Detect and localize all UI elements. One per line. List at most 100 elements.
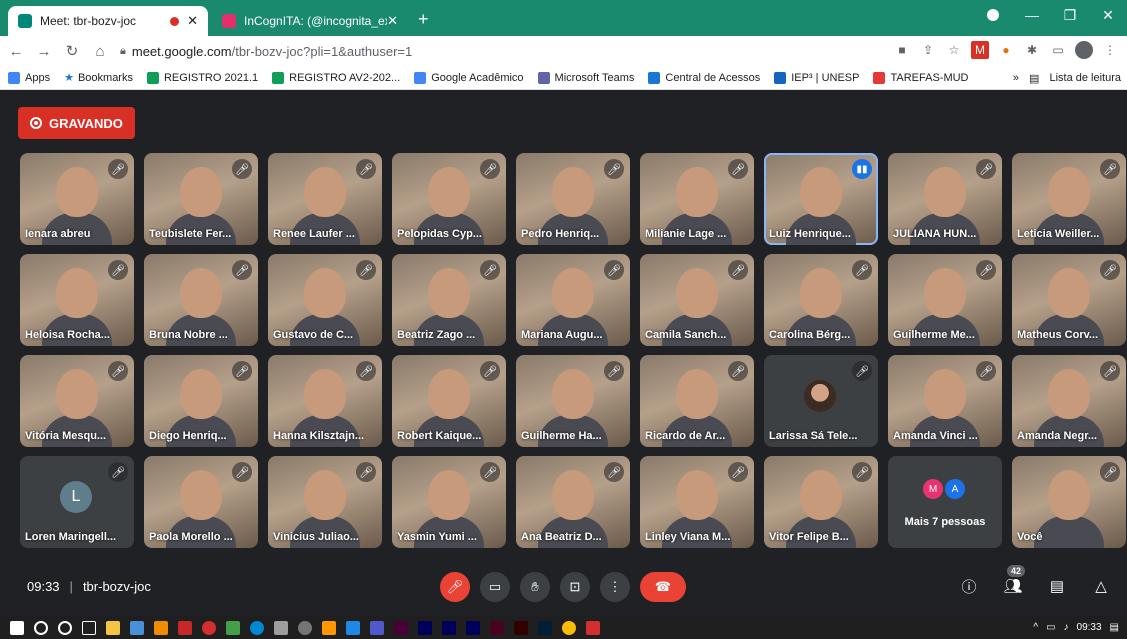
opera-icon[interactable] bbox=[202, 620, 216, 635]
raise-hand-icon[interactable]: ✋︎ bbox=[520, 572, 550, 602]
maximize-icon[interactable]: ❐ bbox=[1051, 7, 1089, 24]
participant-tile[interactable]: 🎤︎ Pedro Henriq... bbox=[516, 153, 630, 245]
recording-badge[interactable]: GRAVANDO bbox=[18, 107, 135, 139]
adobe-indesign-icon[interactable] bbox=[490, 620, 504, 635]
participant-tile[interactable]: 🎤︎ Ana Beatriz D... bbox=[516, 456, 630, 548]
app-gray-icon[interactable] bbox=[298, 620, 312, 635]
app-orange-icon[interactable] bbox=[322, 620, 336, 635]
new-tab-button[interactable]: + bbox=[418, 10, 429, 28]
bookmark-microsoft-teams[interactable]: Microsoft Teams bbox=[537, 71, 634, 84]
participant-tile[interactable]: 🎤︎ Ienara abreu bbox=[20, 153, 134, 245]
participant-tile[interactable]: 🎤︎ Guilherme Ha... bbox=[516, 355, 630, 447]
camera-icon[interactable]: ▭ bbox=[480, 572, 510, 602]
adobe-photoshop-icon[interactable] bbox=[538, 620, 552, 635]
reload-icon[interactable]: ↻ bbox=[60, 42, 84, 60]
participant-tile[interactable]: 🎤︎ Robert Kaique... bbox=[392, 355, 506, 447]
tray-chevron-icon[interactable]: ^ bbox=[1033, 622, 1038, 633]
extension-red-icon[interactable]: M bbox=[971, 41, 989, 59]
bookmark-central-acessos[interactable]: Central de Acessos bbox=[648, 71, 760, 84]
adobe-audition-icon[interactable] bbox=[442, 620, 456, 635]
participant-tile[interactable]: 🎤︎ Camila Sanch... bbox=[640, 254, 754, 346]
participant-tile[interactable]: 🎤︎ Heloisa Rocha... bbox=[20, 254, 134, 346]
participant-tile[interactable]: ▮▮ Luiz Henrique... bbox=[764, 153, 878, 245]
bookmark-apps[interactable]: Apps bbox=[8, 71, 50, 84]
participant-tile[interactable]: 🎤︎ Linley Viana M... bbox=[640, 456, 754, 548]
participant-tile[interactable]: 🎤︎ Ricardo de Ar... bbox=[640, 355, 754, 447]
bookmarks-overflow-button[interactable]: » bbox=[1013, 72, 1019, 84]
acrobat-icon[interactable] bbox=[586, 620, 600, 635]
participant-tile[interactable]: 🎤︎ Vitória Mesqu... bbox=[20, 355, 134, 447]
self-tile[interactable]: 🎤︎ Você bbox=[1012, 456, 1126, 548]
participant-tile[interactable]: 🎤︎ Hanna Kilsztajn... bbox=[268, 355, 382, 447]
participant-tile[interactable]: 🎤︎ Mariana Augu... bbox=[516, 254, 630, 346]
close-tab-icon[interactable]: ✕ bbox=[387, 13, 398, 29]
windows-start-icon[interactable] bbox=[10, 620, 24, 635]
participant-tile[interactable]: 🎤︎ Amanda Vinci ... bbox=[888, 355, 1002, 447]
bookmark-iep-unesp[interactable]: IEP³ | UNESP bbox=[774, 71, 859, 84]
bookmark-registro-av2[interactable]: REGISTRO AV2-202... bbox=[272, 71, 400, 84]
participant-tile[interactable]: 🎤︎ Beatriz Zago ... bbox=[392, 254, 506, 346]
bookmark-tarefas-mud[interactable]: TAREFAS-MUD bbox=[873, 71, 969, 84]
participant-tile[interactable]: 🎤︎ Renee Laufer ... bbox=[268, 153, 382, 245]
people-icon[interactable]: 👥︎ 42 bbox=[1001, 565, 1026, 598]
end-call-icon[interactable]: ☎︎ bbox=[640, 572, 686, 602]
chrome-icon[interactable] bbox=[562, 620, 576, 635]
adobe-xd-icon[interactable] bbox=[394, 620, 408, 635]
participant-tile[interactable]: 🎤︎ Milianie Lage ... bbox=[640, 153, 754, 245]
app-icon[interactable] bbox=[130, 620, 144, 635]
participant-tile[interactable]: 🎤︎ Bruna Nobre ... bbox=[144, 254, 258, 346]
forward-icon[interactable]: → bbox=[32, 43, 56, 60]
taskbar-clock[interactable]: 09:33 bbox=[1077, 622, 1102, 633]
app-gray-icon[interactable] bbox=[274, 620, 288, 635]
mic-off-icon[interactable]: 🎤︎ bbox=[440, 572, 470, 602]
address-bar[interactable]: 🔒︎ meet.google.com /tbr-bozv-joc?pli=1&a… bbox=[120, 39, 890, 63]
chat-icon[interactable]: ▤ bbox=[1045, 574, 1069, 598]
minimize-icon[interactable]: — bbox=[1013, 7, 1051, 23]
meeting-details-icon[interactable]: ⓘ bbox=[957, 574, 981, 598]
adobe-illustrator-icon[interactable] bbox=[514, 620, 528, 635]
search-icon[interactable] bbox=[34, 620, 48, 635]
participant-tile[interactable]: 🎤︎ Yasmin Yumi ... bbox=[392, 456, 506, 548]
present-screen-icon[interactable]: ⊡ bbox=[560, 572, 590, 602]
participant-tile[interactable]: 🎤︎ Leticia Weiller... bbox=[1012, 153, 1126, 245]
cast-icon[interactable]: ▭ bbox=[1049, 41, 1067, 59]
more-options-icon[interactable]: ⋮ bbox=[600, 572, 630, 602]
notifications-icon[interactable]: ▤ bbox=[1110, 622, 1119, 633]
participant-tile[interactable]: 🎤︎ Larissa Sá Tele... bbox=[764, 355, 878, 447]
tab-meet[interactable]: Meet: tbr-bozv-joc ✕ bbox=[8, 6, 208, 36]
participant-tile[interactable]: 🎤︎ Carolina Bérg... bbox=[764, 254, 878, 346]
app-green-icon[interactable] bbox=[226, 620, 240, 635]
profile-indicator-icon[interactable] bbox=[987, 9, 999, 21]
more-participants-tile[interactable]: M A Mais 7 pessoas bbox=[888, 456, 1002, 548]
edge-icon[interactable] bbox=[250, 620, 264, 635]
activities-icon[interactable]: △ bbox=[1089, 574, 1113, 598]
task-view-icon[interactable] bbox=[82, 620, 96, 635]
volume-icon[interactable]: ♪ bbox=[1064, 622, 1069, 633]
participant-tile[interactable]: 🎤︎ Paola Morello ... bbox=[144, 456, 258, 548]
bookmark-bookmarks[interactable]: ★ Bookmarks bbox=[64, 71, 133, 85]
vlc-icon[interactable] bbox=[154, 620, 168, 635]
participant-tile[interactable]: 🎤︎ Guilherme Me... bbox=[888, 254, 1002, 346]
network-icon[interactable]: ▭ bbox=[1046, 622, 1055, 633]
bookmark-google-academico[interactable]: Google Acadêmico bbox=[414, 71, 524, 84]
close-window-icon[interactable]: ✕ bbox=[1089, 7, 1127, 24]
participant-tile[interactable]: L 🎤︎ Loren Maringell... bbox=[20, 456, 134, 548]
participant-tile[interactable]: 🎤︎ JULIANA HUN... bbox=[888, 153, 1002, 245]
participant-tile[interactable]: 🎤︎ Amanda Negr... bbox=[1012, 355, 1126, 447]
back-icon[interactable]: ← bbox=[4, 43, 28, 60]
participant-tile[interactable]: 🎤︎ Vitor Felipe B... bbox=[764, 456, 878, 548]
participant-tile[interactable]: 🎤︎ Vinicius Juliao... bbox=[268, 456, 382, 548]
mail-icon[interactable] bbox=[346, 620, 360, 635]
extension-orange-icon[interactable]: ● bbox=[997, 41, 1015, 59]
participant-tile[interactable]: 🎤︎ Gustavo de C... bbox=[268, 254, 382, 346]
participant-tile[interactable]: 🎤︎ Pelopidas Cyp... bbox=[392, 153, 506, 245]
cortana-icon[interactable] bbox=[58, 620, 72, 635]
participant-tile[interactable]: 🎤︎ Teubislete Fer... bbox=[144, 153, 258, 245]
participant-tile[interactable]: 🎤︎ Matheus Corv... bbox=[1012, 254, 1126, 346]
filezilla-icon[interactable] bbox=[178, 620, 192, 635]
file-explorer-icon[interactable] bbox=[106, 620, 120, 635]
adobe-premiere-icon[interactable] bbox=[466, 620, 480, 635]
bookmark-registro-2021[interactable]: REGISTRO 2021.1 bbox=[146, 71, 258, 84]
adobe-media-encoder-icon[interactable] bbox=[418, 620, 432, 635]
tab-instagram[interactable]: InCognITA: (@incognita_expo) · I ✕ bbox=[212, 6, 408, 36]
